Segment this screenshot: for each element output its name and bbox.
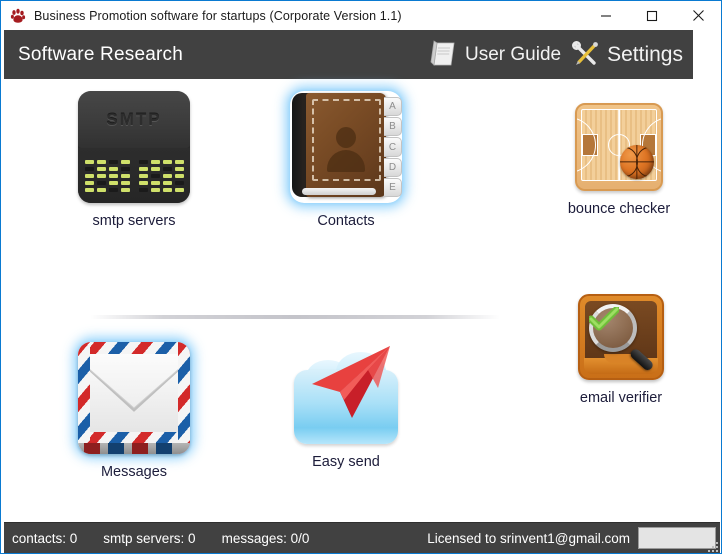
- tile-label-messages: Messages: [100, 464, 168, 480]
- header-actions: User Guide Settings: [423, 30, 693, 79]
- status-bar: contacts: 0 smtp servers: 0 messages: 0/…: [4, 523, 720, 553]
- header-bar: Software Research User Guide Settings: [4, 30, 693, 79]
- tile-messages[interactable]: Messages: [44, 342, 224, 480]
- smtp-server-icon[interactable]: SMTP: [78, 91, 190, 203]
- resize-grip[interactable]: [704, 538, 718, 552]
- magnifier-check-icon[interactable]: [578, 294, 664, 380]
- book-pages: [302, 188, 376, 195]
- minimize-button[interactable]: [583, 1, 629, 30]
- led-grid-right: [138, 159, 184, 192]
- user-guide-button[interactable]: User Guide: [423, 30, 565, 79]
- envelope-bottom-edge: [78, 443, 190, 454]
- close-button[interactable]: [675, 1, 721, 30]
- title-bar: Business Promotion software for startups…: [1, 1, 721, 30]
- alphabet-tab: A: [384, 97, 402, 117]
- maximize-button[interactable]: [629, 1, 675, 30]
- tile-label-easy-send: Easy send: [312, 454, 380, 470]
- envelope-flap: [87, 352, 181, 444]
- tile-label-bounce-checker: bounce checker: [567, 201, 671, 217]
- settings-label: Settings: [607, 42, 683, 66]
- tile-label-contacts: Contacts: [317, 213, 375, 229]
- main-content: SMTP smtp servers A B C D E Contacts bou…: [4, 79, 720, 525]
- alphabet-tab: C: [384, 137, 402, 157]
- alphabet-tab: B: [384, 117, 402, 137]
- tile-smtp-servers[interactable]: SMTP smtp servers: [44, 91, 224, 229]
- tools-icon: [569, 38, 603, 72]
- alphabet-tab: E: [384, 177, 402, 198]
- tile-easy-send[interactable]: Easy send: [256, 344, 436, 470]
- airmail-envelope-icon[interactable]: [78, 342, 190, 454]
- status-smtp-servers: smtp servers: 0: [103, 530, 196, 546]
- paw-logo-icon: [9, 7, 27, 25]
- paper-plane-icon: [306, 344, 402, 430]
- book-icon: [427, 38, 461, 72]
- smtp-badge-text: SMTP: [106, 109, 162, 129]
- paper-plane-cloud-icon[interactable]: [290, 344, 402, 444]
- tile-label-smtp-servers: smtp servers: [92, 213, 176, 229]
- address-book-icon[interactable]: A B C D E: [290, 91, 402, 203]
- app-window: Business Promotion software for startups…: [0, 0, 722, 554]
- basketball-court-icon[interactable]: [575, 103, 663, 191]
- window-title: Business Promotion software for startups…: [34, 8, 402, 23]
- alphabet-tab: D: [384, 157, 402, 177]
- status-license: Licensed to srinvent1@gmail.com: [427, 530, 630, 546]
- alphabet-tabs: A B C D E: [384, 97, 402, 198]
- tile-label-email-verifier: email verifier: [579, 390, 663, 406]
- window-controls: [583, 1, 721, 30]
- status-contacts: contacts: 0: [12, 530, 78, 546]
- person-silhouette-icon: [327, 127, 365, 172]
- tile-email-verifier[interactable]: email verifier: [531, 294, 711, 406]
- page-title: Software Research: [18, 43, 183, 65]
- section-divider: [90, 315, 500, 319]
- led-grid-left: [84, 159, 130, 192]
- user-guide-label: User Guide: [465, 43, 562, 65]
- tile-contacts[interactable]: A B C D E Contacts: [256, 91, 436, 229]
- book-cover: [306, 93, 386, 197]
- check-icon: [587, 305, 621, 331]
- status-messages: messages: 0/0: [221, 530, 310, 546]
- tile-bounce-checker[interactable]: bounce checker: [529, 103, 709, 217]
- settings-button[interactable]: Settings: [565, 30, 687, 79]
- basketball-icon: [620, 145, 654, 179]
